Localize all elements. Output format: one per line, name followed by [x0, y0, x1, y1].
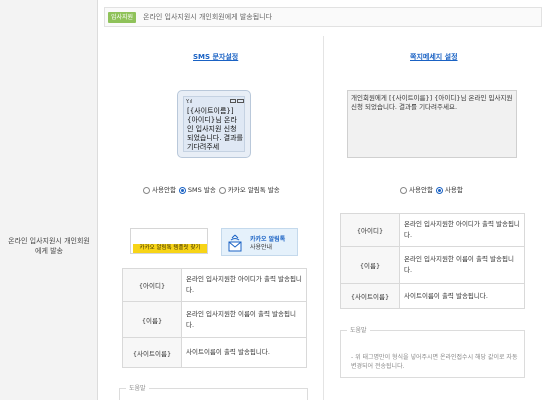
- radio-sms-send[interactable]: SMS 발송: [178, 185, 216, 195]
- memo-send-options: 사용안함 사용함: [400, 185, 466, 195]
- phone-status-bar: Y.ıl: [186, 99, 244, 105]
- radio-circle[interactable]: [435, 186, 443, 194]
- radio-circle[interactable]: [400, 186, 407, 194]
- variable-desc: 온라인 입사지원한 이름이 출력 발송됩니다.: [399, 246, 525, 284]
- radio-memo-use[interactable]: 사용함: [435, 185, 463, 195]
- phone-preview: Y.ıl [{사이트이름}] {아이디}님 온라인 입사지원 신청 되었습니다.…: [177, 90, 251, 158]
- kakao-template-box: 카카오 알림톡 템플릿 찾기: [130, 228, 208, 254]
- sms-help-box: 도움말: [119, 385, 308, 400]
- radio-circle[interactable]: [178, 186, 186, 194]
- radio-memo-no-use[interactable]: 사용안함: [400, 185, 433, 195]
- phone-screen: Y.ıl [{사이트이름}] {아이디}님 온라인 입사지원 신청 되었습니다.…: [183, 96, 245, 152]
- table-row: {사이트이름} 사이트이름이 출력 발송됩니다.: [340, 283, 525, 309]
- memo-help-box: 도움말 - 위 태그명만이 형식을 넣어주시면 온라인접수시 해당 값이로 자동…: [340, 327, 525, 378]
- help-legend: 도움말: [126, 385, 149, 393]
- table-row: {이름} 온라인 입사지원한 이름이 출력 발송됩니다.: [122, 301, 307, 338]
- variable-desc: 온라인 입사지원한 이름이 출력 발송됩니다.: [181, 301, 307, 338]
- variable-key: {이름}: [122, 301, 182, 338]
- table-row: {사이트이름} 사이트이름이 출력 발송됩니다.: [122, 337, 307, 368]
- sms-message-input[interactable]: [{사이트이름}] {아이디}님 온라인 입사지원 신청 되었습니다. 결과를 …: [187, 107, 243, 151]
- signal-icon: Y.ıl: [186, 99, 193, 105]
- radio-kakao-send[interactable]: 카카오 알림톡 발송: [218, 185, 280, 195]
- memo-settings-title[interactable]: 쪽지메세지 설정: [410, 52, 458, 62]
- settings-label-column: 온라인 입사지원시 개인회원 에게 발송: [0, 0, 98, 400]
- sms-variable-table: {아이디} 온라인 입사지원한 아이디가 출력 발송됩니다. {이름} 온라인 …: [122, 268, 307, 368]
- description-bar: 입사지원 온라인 입사지원시 개인회원에게 발송됩니다: [104, 7, 542, 27]
- kakao-template-find-button[interactable]: 카카오 알림톡 템플릿 찾기: [133, 244, 207, 253]
- table-row: {아이디} 온라인 입사지원한 아이디가 출력 발송됩니다.: [122, 268, 307, 302]
- variable-desc: 온라인 입사지원한 아이디가 출력 발송됩니다.: [399, 213, 525, 247]
- envelope-icon: [228, 234, 242, 252]
- kakao-guide-label: 카카오 알림톡 사용안내: [250, 236, 286, 251]
- battery-icon: [237, 99, 244, 103]
- sms-settings-title[interactable]: SMS 문자설정: [193, 52, 238, 62]
- message-icon: [230, 99, 236, 103]
- status-badge: 입사지원: [108, 12, 137, 23]
- column-divider: [323, 36, 324, 400]
- variable-key: {사이트이름}: [340, 283, 400, 309]
- help-legend: 도움말: [347, 327, 370, 335]
- row-label: 온라인 입사지원시 개인회원 에게 발송: [8, 237, 90, 255]
- variable-key: {아이디}: [340, 213, 400, 247]
- variable-desc: 사이트이름이 출력 발송됩니다.: [399, 283, 525, 309]
- variable-key: {사이트이름}: [122, 337, 182, 368]
- table-row: {아이디} 온라인 입사지원한 아이디가 출력 발송됩니다.: [340, 213, 525, 247]
- memo-variable-table: {아이디} 온라인 입사지원한 아이디가 출력 발송됩니다. {이름} 온라인 …: [340, 213, 525, 309]
- radio-circle[interactable]: [143, 186, 150, 194]
- variable-desc: 온라인 입사지원한 아이디가 출력 발송됩니다.: [181, 268, 307, 302]
- variable-key: {아이디}: [122, 268, 182, 302]
- variable-desc: 사이트이름이 출력 발송됩니다.: [181, 337, 307, 368]
- radio-circle[interactable]: [218, 186, 226, 194]
- help-text: - 위 태그명만이 형식을 넣어주시면 온라인접수시 해당 값이로 자동변경되어…: [351, 354, 518, 370]
- kakao-guide-button[interactable]: 카카오 알림톡 사용안내: [221, 228, 298, 256]
- description-text: 온라인 입사지원시 개인회원에게 발송됩니다: [143, 13, 273, 21]
- sms-send-options: 사용안함 SMS 발송 카카오 알림톡 발송: [143, 185, 283, 195]
- table-row: {이름} 온라인 입사지원한 이름이 출력 발송됩니다.: [340, 246, 525, 284]
- variable-key: {이름}: [340, 246, 400, 284]
- memo-message-input[interactable]: 개인회원에게 [{사이트이름}] {아이디}님 온라인 입사지원 신청 되었습니…: [347, 90, 517, 158]
- radio-no-use[interactable]: 사용안함: [143, 185, 176, 195]
